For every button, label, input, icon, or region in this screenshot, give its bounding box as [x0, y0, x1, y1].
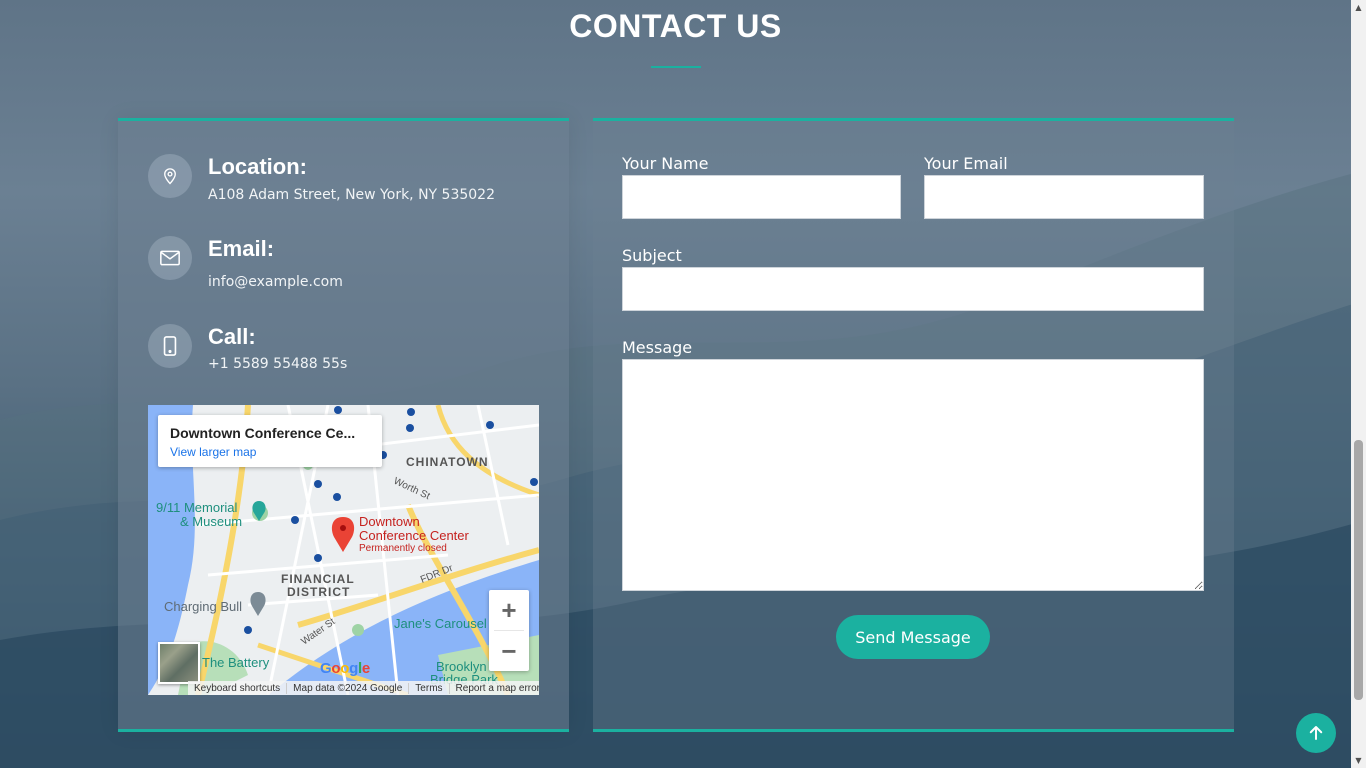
- map-label-memorial-1: 9/11 Memorial: [156, 500, 238, 515]
- page-scrollbar[interactable]: ▲ ▼: [1351, 0, 1366, 768]
- keyboard-shortcuts-link[interactable]: Keyboard shortcuts: [188, 682, 288, 694]
- email-label: Your Email: [924, 154, 1008, 173]
- contact-info-panel: Location: A108 Adam Street, New York, NY…: [118, 118, 569, 732]
- subject-input[interactable]: [622, 267, 1204, 311]
- phone-number: +1 5589 55488 55s: [208, 356, 348, 372]
- map-place-status: Permanently closed: [359, 543, 447, 554]
- message-textarea[interactable]: [622, 359, 1204, 591]
- location-heading: Location:: [208, 154, 307, 179]
- call-heading: Call:: [208, 324, 256, 349]
- map-label-memorial-2: & Museum: [180, 514, 242, 529]
- scroll-thumb[interactable]: [1354, 440, 1363, 700]
- email-heading: Email:: [208, 236, 275, 261]
- map-data-attribution: Map data ©2024 Google: [287, 682, 410, 694]
- map-label-battery: The Battery: [202, 655, 270, 670]
- name-input[interactable]: [622, 175, 901, 219]
- map-card-title: Downtown Conference Ce...: [170, 425, 356, 441]
- map-label-janes: Jane's Carousel: [394, 616, 487, 631]
- email-input[interactable]: [924, 175, 1204, 219]
- map-label-financial-2: DISTRICT: [287, 585, 350, 599]
- envelope-icon: [148, 236, 192, 280]
- title-underline: [651, 66, 701, 68]
- map-place-name-1: Downtown: [359, 514, 420, 529]
- message-label: Message: [622, 338, 693, 357]
- zoom-out-button[interactable]: −: [489, 631, 529, 671]
- location-address: A108 Adam Street, New York, NY 535022: [208, 187, 495, 203]
- email-address: info@example.com: [208, 274, 343, 290]
- map-zoom-controls: + −: [489, 590, 529, 671]
- subject-label: Subject: [622, 246, 682, 265]
- phone-icon: [148, 324, 192, 368]
- scroll-up-arrow-icon[interactable]: ▲: [1351, 0, 1366, 15]
- zoom-in-button[interactable]: +: [489, 590, 529, 630]
- google-logo: Google: [320, 660, 370, 677]
- map-label-charging-bull: Charging Bull: [164, 599, 242, 614]
- view-larger-map-link[interactable]: View larger map: [170, 445, 370, 459]
- google-map[interactable]: CHINATOWN 9/11 Memorial & Museum Downtow…: [148, 405, 539, 695]
- map-footer: Keyboard shortcuts Map data ©2024 Google…: [188, 681, 539, 695]
- send-message-button[interactable]: Send Message: [836, 615, 990, 659]
- map-place-name-2: Conference Center: [359, 528, 470, 543]
- back-to-top-button[interactable]: [1296, 713, 1336, 753]
- map-pin-icon: [148, 154, 192, 198]
- report-map-error-link[interactable]: Report a map error: [450, 683, 539, 694]
- scroll-down-arrow-icon[interactable]: ▼: [1351, 753, 1366, 768]
- name-label: Your Name: [622, 154, 709, 173]
- map-place-card: Downtown Conference Ce... View larger ma…: [158, 415, 382, 467]
- map-label-chinatown: CHINATOWN: [406, 455, 489, 469]
- contact-form: Your Name Your Email Subject Message Sen…: [593, 118, 1234, 732]
- arrow-up-icon: [1309, 726, 1323, 740]
- terms-link[interactable]: Terms: [409, 682, 450, 694]
- map-label-financial-1: FINANCIAL: [281, 572, 355, 586]
- satellite-toggle-button[interactable]: [158, 642, 200, 684]
- section-title: CONTACT US: [569, 8, 782, 44]
